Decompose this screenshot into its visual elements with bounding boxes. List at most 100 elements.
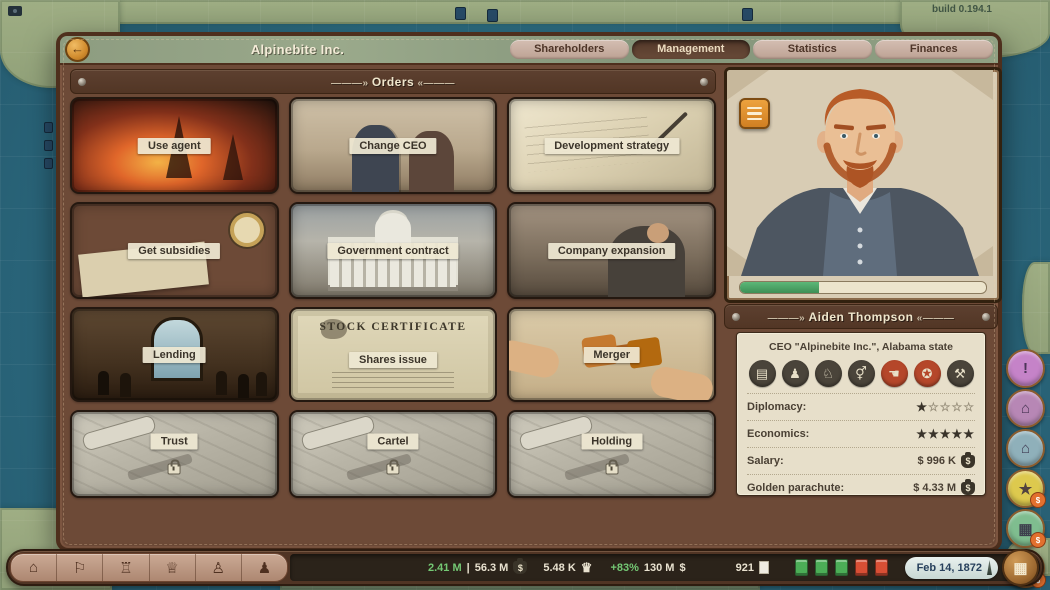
spool-indicator	[855, 559, 868, 576]
tab-finances[interactable]: Finances	[875, 40, 994, 59]
stat-label: Golden parachute:	[747, 482, 844, 494]
order-card-trust[interactable]: Trust	[70, 410, 279, 498]
documents-readout: 921	[736, 561, 769, 574]
moneybag-icon: $	[961, 455, 975, 468]
trait-headdress-icon[interactable]: ✪	[914, 360, 941, 387]
camera-icon	[8, 6, 22, 16]
estate-button[interactable]: ⌂	[1006, 389, 1045, 428]
order-card-label: Get subsidies	[128, 243, 220, 259]
moneybag-icon: $	[513, 561, 527, 574]
government-icon: ♖	[119, 559, 132, 577]
tab-management[interactable]: Management	[632, 40, 751, 59]
order-card-development-strategy[interactable]: Development strategy	[507, 97, 716, 194]
map-land-top	[0, 0, 1050, 24]
capital-value: 56.3 M	[475, 562, 509, 574]
calendar-button[interactable]: ▦	[1002, 549, 1039, 586]
stock-certificate-text: STOCK CERTIFICATE	[291, 321, 496, 333]
lock-icon	[168, 464, 181, 475]
back-button[interactable]: ←	[65, 37, 90, 62]
bottom-nav: ⌂ ⚐ ♖ ♕ ♙ ♟	[10, 553, 288, 582]
hamburger-menu-button[interactable]	[739, 98, 770, 129]
locked-card-content: Cartel	[367, 434, 418, 475]
ceo-info-card: CEO "Alpinebite Inc.", Alabama state ▤ ♟…	[736, 332, 986, 496]
order-card-label: Government contract	[327, 243, 458, 259]
stat-row-salary: Salary: $ 996 K$	[747, 447, 975, 474]
calculator-button[interactable]: ▦$	[1006, 509, 1045, 548]
order-card-lending[interactable]: Lending	[70, 307, 279, 402]
spool-indicator	[835, 559, 848, 576]
bank-nav-button[interactable]: ⌂	[11, 554, 57, 581]
spool-indicator	[815, 559, 828, 576]
order-card-get-subsidies[interactable]: Get subsidies	[70, 202, 279, 299]
order-card-label: Lending	[143, 347, 206, 363]
bottom-bar: ⌂ ⚐ ♖ ♕ ♙ ♟ 2.41 M | 56.3 M $ 5.48 K ♛ +…	[6, 549, 1044, 586]
rivet-icon	[700, 78, 708, 86]
lock-icon	[386, 464, 399, 475]
order-card-company-expansion[interactable]: Company expansion	[507, 202, 716, 299]
order-card-merger[interactable]: Merger	[507, 307, 716, 402]
income-readout: +83% 130 M $	[610, 562, 685, 574]
economics-stars: ★★★★★	[916, 427, 975, 441]
dollar-icon: $	[679, 562, 685, 574]
build-version: build 0.194.1	[932, 4, 992, 15]
stat-label: Economics:	[747, 428, 809, 440]
exclamation-icon: !	[1023, 360, 1028, 377]
game-screen: build 0.194.1 ← Alpinebite Inc. Sharehol…	[0, 0, 1050, 590]
golden-parachute-value: $ 4.33 M$	[913, 482, 975, 495]
order-card-use-agent[interactable]: Use agent	[70, 97, 279, 194]
loyalty-bar-red	[819, 282, 986, 293]
orders-grid: Use agent Change CEO Development strateg…	[70, 97, 716, 498]
loyalty-bar-green	[740, 282, 819, 293]
order-card-cartel[interactable]: Cartel	[289, 410, 498, 498]
order-card-holding[interactable]: Holding	[507, 410, 716, 498]
lock-icon	[605, 464, 618, 475]
badge: $	[1030, 532, 1046, 548]
resource-spools	[795, 559, 888, 576]
trait-hand-icon[interactable]: ☚	[881, 360, 908, 387]
ceo-traits-row: ▤ ♟ ♘ ⚥ ☚ ✪ ⚒	[737, 360, 985, 387]
events-button[interactable]: !	[1006, 349, 1045, 388]
order-card-government-contract[interactable]: Government contract	[289, 202, 498, 299]
map-marker	[44, 122, 53, 133]
ceo-name: Aiden Thompson	[768, 310, 955, 324]
staff-nav-button[interactable]: ♟	[242, 554, 287, 581]
prestige-readout: 5.48 K ♛	[543, 560, 592, 576]
moneybag-icon: $	[961, 482, 975, 495]
government-nav-button[interactable]: ♖	[103, 554, 149, 581]
document-icon	[759, 561, 769, 574]
map-nav-button[interactable]: ⚐	[57, 554, 103, 581]
bank-icon: ⌂	[29, 559, 38, 576]
trait-donkey-icon[interactable]: ♘	[815, 360, 842, 387]
map-marker	[44, 140, 53, 151]
building-icon: ⌂	[1021, 400, 1030, 417]
window-title: Alpinebite Inc.	[90, 42, 505, 57]
diplomacy-stars: ★☆☆☆☆	[916, 400, 975, 414]
rivet-icon	[78, 78, 86, 86]
stat-row-diplomacy: Diplomacy: ★☆☆☆☆	[747, 393, 975, 420]
salary-value: $ 996 K$	[917, 455, 975, 468]
agent-nav-button[interactable]: ♙	[196, 554, 242, 581]
trait-anvil-icon[interactable]: ⚒	[947, 360, 974, 387]
map-marker	[455, 7, 466, 20]
order-card-shares-issue[interactable]: STOCK CERTIFICATE Shares issue	[289, 307, 498, 402]
locked-card-content: Trust	[151, 434, 198, 475]
tab-shareholders[interactable]: Shareholders	[510, 40, 629, 59]
trait-book-icon[interactable]: ▤	[749, 360, 776, 387]
trait-prayer-icon[interactable]: ♟	[782, 360, 809, 387]
rivet-icon	[732, 313, 740, 321]
order-card-label: Company expansion	[548, 243, 676, 259]
date-text: Feb 14, 1872	[917, 562, 982, 574]
ceo-name-header: Aiden Thompson	[724, 304, 998, 329]
achievements-button[interactable]: ★$	[1006, 469, 1045, 508]
trait-gender-icon[interactable]: ⚥	[848, 360, 875, 387]
income-percent: +83%	[610, 562, 638, 574]
trophy-nav-button[interactable]: ♕	[150, 554, 196, 581]
orders-title: Orders	[331, 75, 455, 89]
stat-label: Salary:	[747, 455, 784, 467]
cash-value: 2.41 M	[428, 562, 462, 574]
date-display[interactable]: Feb 14, 1872	[905, 557, 998, 579]
order-card-change-ceo[interactable]: Change CEO	[289, 97, 498, 194]
city-button[interactable]: ⌂	[1006, 429, 1045, 468]
order-card-label: Shares issue	[349, 352, 437, 368]
tab-statistics[interactable]: Statistics	[753, 40, 872, 59]
